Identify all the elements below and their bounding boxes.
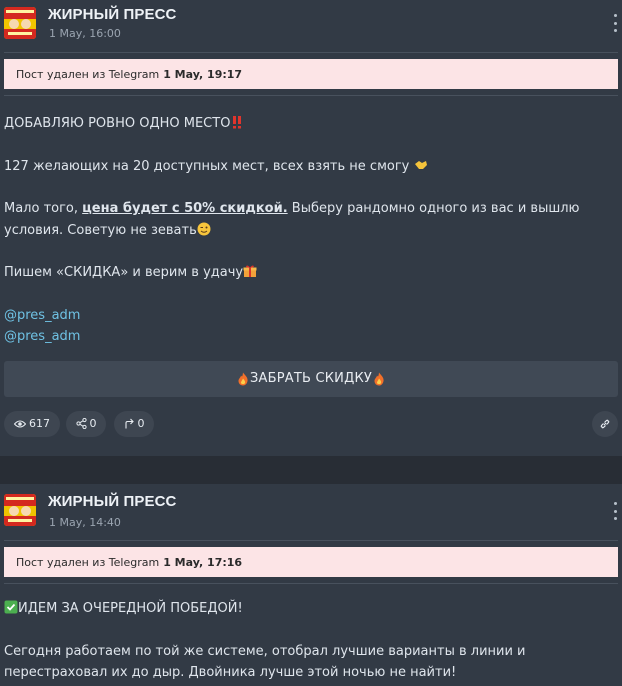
shares-counter[interactable]: 0 <box>66 410 106 437</box>
button-label: ЗАБРАТЬ СКИДКУ <box>249 371 372 386</box>
channel-name[interactable]: ЖИРНЫЙ ПРЕСС <box>48 493 176 510</box>
deleted-date: 1 May, 17:16 <box>163 555 243 569</box>
channel-post: ЖИРНЫЙ ПРЕСС 1 May, 14:40 Пост удален из… <box>0 484 622 686</box>
channel-avatar[interactable] <box>4 494 36 526</box>
more-vertical-icon[interactable] <box>612 14 618 32</box>
views-count: 617 <box>29 417 50 430</box>
deleted-banner: Пост удален из Telegram 1 May, 17:16 <box>4 547 618 577</box>
mention-link[interactable]: @pres_adm <box>4 326 618 348</box>
deleted-text: Пост удален из Telegram <box>16 555 160 569</box>
post-paragraph: Пишем «СКИДКА» и верим в удачу <box>4 265 244 280</box>
post-text: ИДЕМ ЗА ОЧЕРЕДНОЙ ПОБЕДОЙ! Сегодня работ… <box>0 598 622 684</box>
deleted-date: 1 May, 19:17 <box>163 67 243 81</box>
divider <box>4 540 618 541</box>
post-text: ДОБАВЛЯЮ РОВНО ОДНО МЕСТО 127 желающих н… <box>0 113 622 348</box>
deleted-banner: Пост удален из Telegram 1 May, 19:17 <box>4 59 618 89</box>
views-counter[interactable]: 617 <box>4 410 60 437</box>
forwards-counter[interactable]: 0 <box>114 410 154 437</box>
mention-link[interactable]: @pres_adm <box>4 305 618 327</box>
fire-emoji <box>236 372 250 386</box>
post-headline: ДОБАВЛЯЮ РОВНО ОДНО МЕСТО <box>4 116 231 131</box>
deleted-text: Пост удален из Telegram <box>16 67 160 81</box>
shares-count: 0 <box>89 417 97 430</box>
divider <box>4 583 618 584</box>
share-icon <box>75 418 87 429</box>
post-stats: 617 0 0 <box>0 410 622 437</box>
post-header: ЖИРНЫЙ ПРЕСС 1 May, 14:40 <box>0 484 622 536</box>
link-icon[interactable] <box>592 410 618 437</box>
discount-link[interactable]: цена будет с 50% скидкой. <box>82 201 287 216</box>
divider <box>4 52 618 53</box>
double-exclamation-emoji <box>230 115 244 129</box>
post-header: ЖИРНЫЙ ПРЕСС 1 May, 16:00 <box>0 0 622 52</box>
divider <box>4 95 618 96</box>
post-paragraph: 127 желающих на 20 доступных мест, всех … <box>4 158 410 174</box>
post-time: 1 May, 14:40 <box>49 516 121 529</box>
claim-discount-button[interactable]: ЗАБРАТЬ СКИДКУ <box>4 360 618 397</box>
forward-icon <box>124 418 135 429</box>
gift-emoji <box>243 264 257 278</box>
post-paragraph: Мало того, <box>4 201 79 216</box>
channel-avatar[interactable] <box>4 7 36 39</box>
post-time: 1 May, 16:00 <box>49 27 121 40</box>
fire-emoji <box>372 372 386 386</box>
more-vertical-icon[interactable] <box>612 502 618 520</box>
handshake-emoji <box>414 158 428 172</box>
channel-name[interactable]: ЖИРНЫЙ ПРЕСС <box>48 6 176 23</box>
winking-face-emoji <box>197 222 211 236</box>
channel-post: ЖИРНЫЙ ПРЕСС 1 May, 16:00 Пост удален из… <box>0 0 622 456</box>
forwards-count: 0 <box>137 417 145 430</box>
check-mark-emoji <box>4 600 18 614</box>
post-paragraph: Сегодня работаем по той же системе, отоб… <box>4 643 526 681</box>
posts-separator <box>0 456 622 484</box>
post-headline: ИДЕМ ЗА ОЧЕРЕДНОЙ ПОБЕДОЙ! <box>18 601 243 616</box>
eye-icon <box>14 419 26 429</box>
